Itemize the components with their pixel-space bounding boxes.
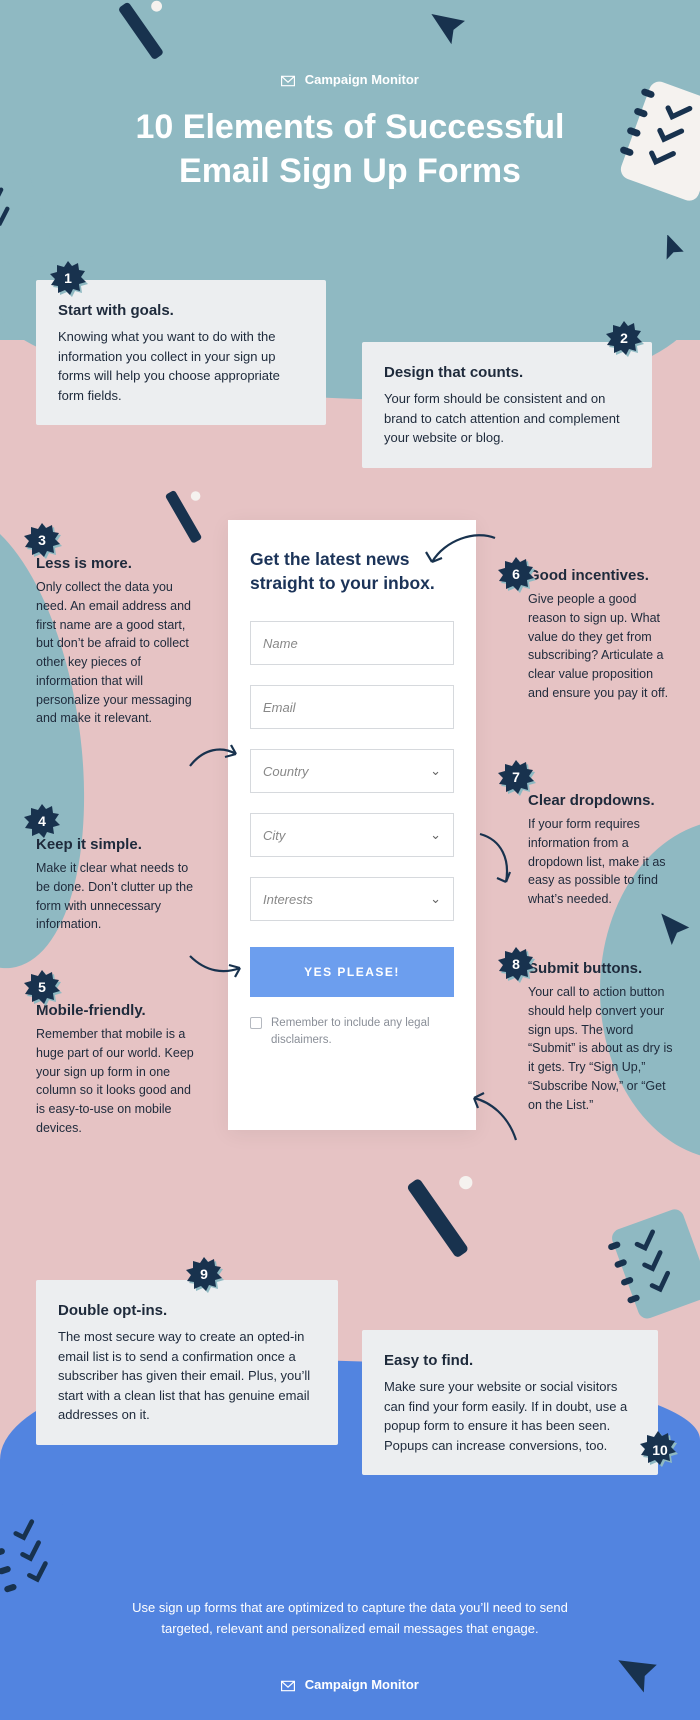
title-line-2: Email Sign Up Forms [179, 152, 521, 190]
tip-number: 8 [512, 956, 520, 972]
tip-body: Remember that mobile is a huge part of o… [36, 1025, 196, 1138]
tip-title: Start with goals. [58, 302, 304, 319]
tip-card-5: Mobile-friendly. Remember that mobile is… [36, 1002, 196, 1138]
cursor-icon [618, 1648, 670, 1700]
tip-card-10: Easy to find. Make sure your website or … [362, 1330, 658, 1475]
tip-number: 6 [512, 566, 520, 582]
chevron-down-icon: ⌄ [430, 763, 441, 779]
name-field[interactable]: Name [250, 621, 454, 665]
email-field[interactable]: Email [250, 685, 454, 729]
tip-badge-8: 8 [498, 946, 534, 982]
tip-number: 2 [620, 330, 628, 346]
tip-title: Good incentives. [528, 567, 674, 584]
brand-name: Campaign Monitor [305, 1677, 419, 1692]
tip-card-1: Start with goals. Knowing what you want … [36, 280, 326, 425]
tip-title: Design that counts. [384, 364, 630, 381]
page-title: 10 Elements of Successful Email Sign Up … [0, 106, 700, 193]
tip-badge-3: 3 [24, 522, 60, 558]
tip-number: 1 [64, 270, 72, 286]
tip-title: Mobile-friendly. [36, 1002, 196, 1019]
cursor-icon [430, 5, 476, 51]
tip-card-6: Good incentives. Give people a good reas… [528, 567, 674, 703]
footer-text: Use sign up forms that are optimized to … [110, 1598, 590, 1640]
arrow-icon [468, 1090, 528, 1150]
checkbox-icon[interactable] [250, 1017, 262, 1029]
tip-title: Submit buttons. [528, 960, 678, 977]
notepad-icon [592, 1196, 700, 1334]
title-line-1: 10 Elements of Successful [136, 108, 565, 146]
pencil-icon [380, 1165, 490, 1275]
tip-badge-1: 1 [50, 260, 86, 296]
tip-card-2: Design that counts. Your form should be … [362, 342, 652, 468]
tip-card-9: Double opt-ins. The most secure way to c… [36, 1280, 338, 1445]
tip-badge-4: 4 [24, 803, 60, 839]
pencil-icon [138, 480, 218, 560]
brand-logo-bottom: Campaign Monitor [0, 1677, 700, 1692]
field-placeholder: Email [263, 700, 296, 715]
sample-form: Get the latest news straight to your inb… [228, 520, 476, 1130]
tip-card-7: Clear dropdowns. If your form requires i… [528, 792, 674, 909]
cursor-icon [658, 235, 690, 267]
chevron-down-icon: ⌄ [430, 891, 441, 907]
tip-body: Make it clear what needs to be done. Don… [36, 859, 196, 934]
tip-number: 7 [512, 769, 520, 785]
tip-body: Your call to action button should help c… [528, 983, 678, 1114]
pencil-icon [90, 0, 180, 80]
tip-card-3: Less is more. Only collect the data you … [36, 555, 196, 728]
tip-body: Give people a good reason to sign up. Wh… [528, 590, 674, 703]
tip-badge-9: 9 [186, 1256, 222, 1292]
tip-badge-2: 2 [606, 320, 642, 356]
arrow-icon [186, 740, 246, 772]
brand-logo-top: Campaign Monitor [0, 72, 700, 87]
chevron-down-icon: ⌄ [430, 827, 441, 843]
disclaimer-text: Remember to include any legal disclaimer… [271, 1015, 454, 1048]
tip-number: 5 [38, 979, 46, 995]
tip-body: Knowing what you want to do with the inf… [58, 327, 304, 405]
tip-title: Double opt-ins. [58, 1302, 316, 1319]
arrow-icon [186, 950, 248, 980]
tip-title: Easy to find. [384, 1352, 636, 1369]
tip-title: Keep it simple. [36, 836, 196, 853]
field-placeholder: Country [263, 764, 309, 779]
tip-body: Make sure your website or social visitor… [384, 1377, 636, 1455]
tip-title: Clear dropdowns. [528, 792, 674, 809]
country-select[interactable]: Country ⌄ [250, 749, 454, 793]
tip-badge-7: 7 [498, 759, 534, 795]
tip-number: 9 [200, 1266, 208, 1282]
tip-number: 10 [652, 1442, 668, 1458]
field-placeholder: Interests [263, 892, 313, 907]
tip-number: 3 [38, 532, 46, 548]
cursor-icon [656, 910, 698, 952]
tip-card-4: Keep it simple. Make it clear what needs… [36, 836, 196, 934]
tip-badge-10: 10 [640, 1430, 680, 1470]
tip-body: The most secure way to create an opted-i… [58, 1327, 316, 1425]
tip-card-8: Submit buttons. Your call to action butt… [528, 960, 678, 1114]
city-select[interactable]: City ⌄ [250, 813, 454, 857]
field-placeholder: Name [263, 636, 298, 651]
disclaimer-row: Remember to include any legal disclaimer… [250, 1015, 454, 1048]
arrow-icon [420, 530, 500, 570]
tip-body: Only collect the data you need. An email… [36, 578, 196, 728]
tip-body: If your form requires information from a… [528, 815, 674, 909]
tip-badge-6: 6 [498, 556, 534, 592]
brand-name: Campaign Monitor [305, 72, 419, 87]
submit-button[interactable]: YES PLEASE! [250, 947, 454, 997]
tip-body: Your form should be consistent and on br… [384, 389, 630, 448]
arrow-icon [472, 830, 518, 890]
tip-badge-5: 5 [24, 969, 60, 1005]
interests-select[interactable]: Interests ⌄ [250, 877, 454, 921]
tip-title: Less is more. [36, 555, 196, 572]
field-placeholder: City [263, 828, 285, 843]
tip-number: 4 [38, 813, 46, 829]
